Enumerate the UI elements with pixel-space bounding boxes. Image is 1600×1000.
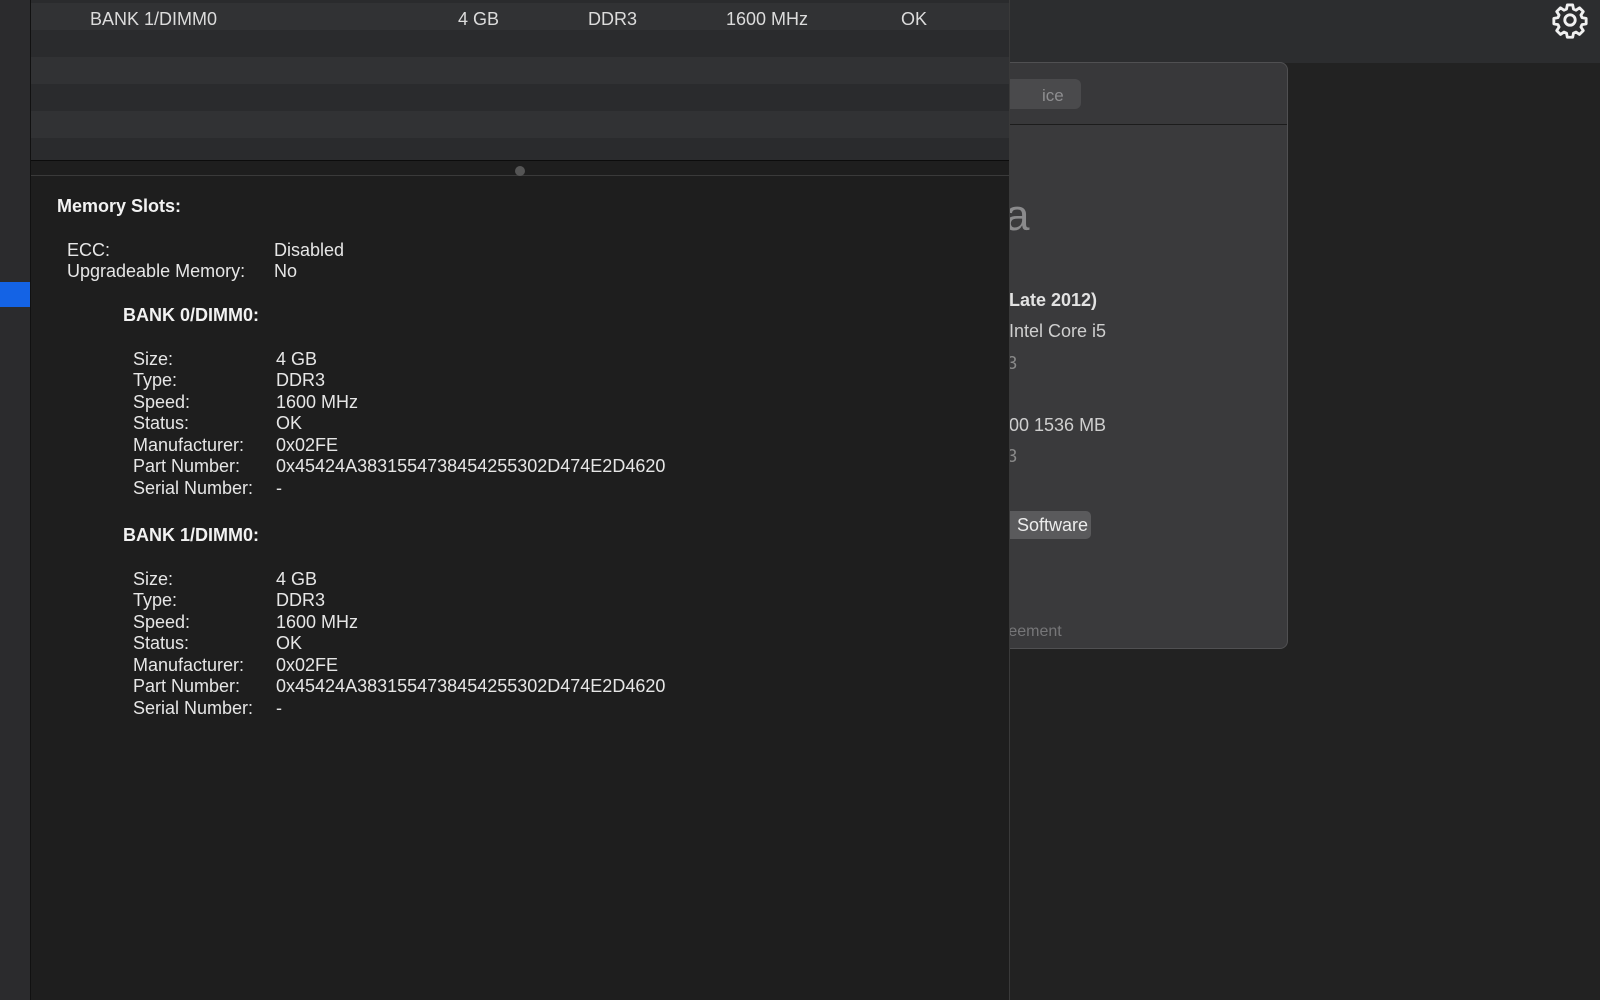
field-value: OK (276, 413, 303, 433)
ecc-label: ECC: (67, 240, 111, 260)
field-label: Type: (133, 590, 178, 610)
processor-value: Intel Core i5 (1009, 321, 1107, 341)
field-label: Status: (133, 633, 190, 653)
cell-status: OK (901, 9, 928, 29)
field-value: 0x02FE (276, 435, 339, 455)
cell-speed: 1600 MHz (726, 9, 809, 29)
field-value: - (276, 478, 282, 498)
cell-type: DDR3 (588, 9, 638, 29)
cell-size: 4 GB (458, 9, 500, 29)
upgradeable-memory-value: No (274, 261, 298, 281)
field-label: Type: (133, 370, 178, 390)
sidebar-selected-item[interactable] (0, 282, 30, 307)
table-row-empty (31, 111, 1009, 138)
memory-slot-table: BANK 1/DIMM0 4 GB DDR3 1600 MHz OK (31, 0, 1009, 160)
field-label: Manufacturer: (133, 655, 245, 675)
table-row-empty (31, 138, 1009, 160)
system-information-window: BANK 1/DIMM0 4 GB DDR3 1600 MHz OK Memor… (31, 0, 1010, 1000)
field-value: DDR3 (276, 590, 326, 610)
field-value: DDR3 (276, 370, 326, 390)
field-value: 0x02FE (276, 655, 339, 675)
field-label: Speed: (133, 612, 191, 632)
field-value: - (276, 698, 282, 718)
cell-slot: BANK 1/DIMM0 (90, 9, 218, 29)
field-label: Serial Number: (133, 478, 254, 498)
field-value: 1600 MHz (276, 392, 359, 412)
field-value: OK (276, 633, 303, 653)
upgradeable-memory-label: Upgradeable Memory: (67, 261, 246, 281)
field-value: 4 GB (276, 569, 318, 589)
field-value: 0x45424A3831554738454255302D474E2D4620 (276, 456, 666, 476)
model-label: Late 2012) (1009, 290, 1098, 310)
field-label: Part Number: (133, 456, 241, 476)
field-value: 0x45424A3831554738454255302D474E2D4620 (276, 676, 666, 696)
field-value: 4 GB (276, 349, 318, 369)
field-label: Size: (133, 569, 174, 589)
bank-heading: BANK 1/DIMM0: (123, 525, 260, 545)
table-row-empty (31, 57, 1009, 84)
divider-handle[interactable] (515, 166, 525, 176)
top-strip (990, 0, 1600, 63)
table-row-empty (31, 30, 1009, 57)
table-row[interactable]: BANK 1/DIMM0 4 GB DDR3 1600 MHz OK (31, 3, 1009, 30)
split-view-divider[interactable] (31, 160, 1009, 176)
field-label: Speed: (133, 392, 191, 412)
field-label: Serial Number: (133, 698, 254, 718)
field-label: Part Number: (133, 676, 241, 696)
tab-service[interactable]: ice (1001, 79, 1081, 109)
license-agreement-link[interactable]: reement (1003, 623, 1062, 641)
ecc-value: Disabled (274, 240, 345, 260)
field-label: Size: (133, 349, 174, 369)
section-heading: Memory Slots: (57, 196, 182, 216)
field-label: Status: (133, 413, 190, 433)
gear-icon[interactable] (1551, 1, 1589, 39)
table-row-empty (31, 84, 1009, 111)
sidebar-strip (0, 0, 31, 1000)
detail-pane: Memory Slots: ECC: Disabled Upgradeable … (31, 176, 1009, 1000)
field-value: 1600 MHz (276, 612, 359, 632)
graphics-value: 00 1536 MB (1009, 415, 1107, 435)
bank-heading: BANK 0/DIMM0: (123, 305, 260, 325)
field-label: Manufacturer: (133, 435, 245, 455)
